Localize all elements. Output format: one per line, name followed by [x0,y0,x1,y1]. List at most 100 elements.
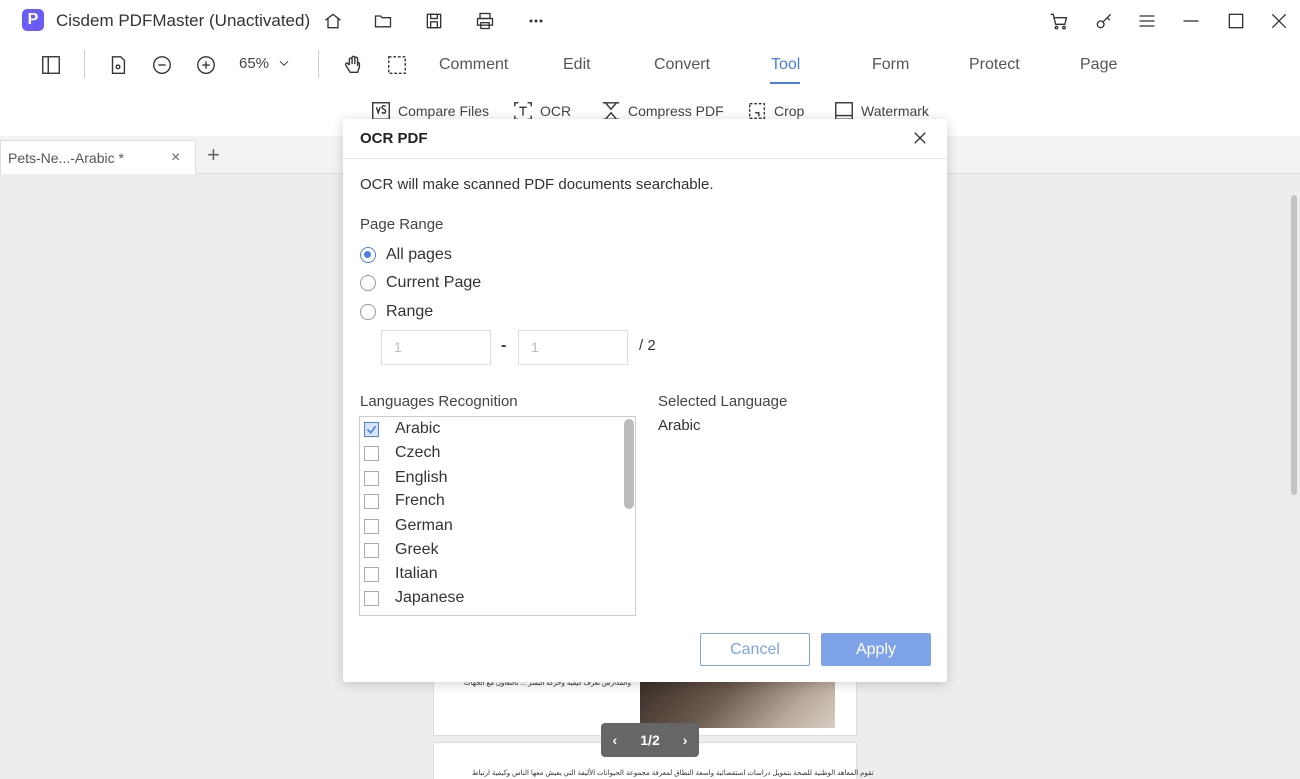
language-item-greek[interactable]: Greek [364,540,439,560]
vertical-scrollbar[interactable] [1291,195,1297,495]
language-item-czech[interactable]: Czech [364,443,440,463]
sidebar-toggle-icon[interactable] [38,52,64,78]
select-area-icon[interactable] [384,52,410,78]
language-label: English [395,469,448,486]
checkbox[interactable] [364,518,379,534]
tab-comment[interactable]: Comment [439,56,508,74]
crop-label: Crop [774,103,805,119]
radio-button[interactable] [360,247,376,263]
languages-label: Languages Recognition [360,393,518,410]
language-label: Czech [395,444,441,461]
language-item-english[interactable]: English [364,468,447,488]
languages-list[interactable]: Arabic Czech English French German Greek… [359,416,636,616]
tab-form[interactable]: Form [872,56,909,74]
document-tab-label: Pets-Ne...-Arabic * [8,150,124,166]
checkbox[interactable] [364,493,379,509]
checkbox[interactable] [364,421,379,437]
home-icon[interactable] [322,10,344,32]
range-total-pages: / 2 [639,337,656,354]
save-icon[interactable] [423,10,445,32]
toolbar-divider [84,50,85,78]
dialog-title: OCR PDF [360,130,428,147]
zoom-level[interactable]: 65% [239,55,269,72]
checkbox[interactable] [364,590,379,606]
tab-tool[interactable]: Tool [771,56,800,74]
hand-tool-icon[interactable] [340,52,366,78]
apply-button[interactable]: Apply [821,633,931,666]
checkbox[interactable] [364,542,379,558]
language-item-french[interactable]: French [364,491,445,511]
tab-convert[interactable]: Convert [654,56,710,74]
compress-pdf-label: Compress PDF [628,103,724,119]
selected-language-label: Selected Language [658,393,788,410]
language-label: Italian [395,565,438,582]
more-icon[interactable] [525,10,547,32]
tab-protect[interactable]: Protect [969,56,1020,74]
language-label: Greek [395,541,439,558]
watermark-label: Watermark [861,103,929,119]
language-label: Arabic [395,420,441,437]
app-logo: P [22,9,44,31]
radio-label: Current Page [386,274,482,291]
minimize-icon[interactable] [1180,10,1202,32]
language-item-german[interactable]: German [364,516,453,536]
print-icon[interactable] [474,10,496,32]
compare-files-label: Compare Files [398,103,490,119]
page-indicator: 1/2 [640,732,660,748]
range-dash: - [501,337,507,354]
page-photo [640,682,835,728]
ocr-dialog: OCR PDF OCR will make scanned PDF docume… [343,119,947,682]
language-item-italian[interactable]: Italian [364,564,438,584]
page-navigator: ‹ 1/2 › [601,723,699,757]
close-window-icon[interactable] [1268,10,1290,32]
next-page-icon[interactable]: › [683,732,688,748]
page-text-line: تقوم المعاهد الوطنية للصحة بتمويل دراسات… [472,770,874,777]
checkbox[interactable] [364,566,379,582]
cancel-button[interactable]: Cancel [700,633,810,666]
title-bar: P Cisdem PDFMaster (Unactivated) [0,0,1300,42]
document-tab[interactable]: Pets-Ne...-Arabic * × [0,140,196,174]
radio-current-page[interactable]: Current Page [360,274,481,292]
radio-range[interactable]: Range [360,303,433,321]
radio-all-pages[interactable]: All pages [360,246,452,264]
tab-page[interactable]: Page [1080,56,1117,74]
radio-label: All pages [386,246,452,263]
close-tab-icon[interactable]: × [171,149,180,167]
active-tab-indicator [770,82,800,84]
chevron-down-icon[interactable] [277,56,291,70]
check-icon [366,425,377,434]
cart-icon[interactable] [1048,10,1070,32]
fit-page-icon[interactable] [105,52,131,78]
range-from-input[interactable]: 1 [381,330,491,365]
zoom-out-icon[interactable] [149,52,175,78]
prev-page-icon[interactable]: ‹ [613,732,618,748]
checkbox[interactable] [364,470,379,486]
radio-button[interactable] [360,275,376,291]
zoom-in-icon[interactable] [193,52,219,78]
tab-edit[interactable]: Edit [563,56,591,74]
language-label: French [395,492,445,509]
range-to-input[interactable]: 1 [518,330,628,365]
language-item-japanese[interactable]: Japanese [364,588,464,608]
open-folder-icon[interactable] [372,10,394,32]
language-item-arabic[interactable]: Arabic [364,419,440,439]
language-label: Japanese [395,589,465,606]
add-tab-icon[interactable]: + [207,142,220,168]
language-label: German [395,517,453,534]
maximize-icon[interactable] [1225,10,1247,32]
checkbox[interactable] [364,445,379,461]
app-title: Cisdem PDFMaster (Unactivated) [56,11,311,30]
dialog-description: OCR will make scanned PDF documents sear… [360,176,714,193]
selected-language-value: Arabic [658,417,701,434]
radio-label: Range [386,303,434,320]
radio-button[interactable] [360,304,376,320]
main-toolbar: 65% Comment Edit Convert Tool Form Prote… [0,42,1300,90]
menu-icon[interactable] [1136,10,1158,32]
key-icon[interactable] [1093,10,1115,32]
dialog-header: OCR PDF [343,119,947,159]
languages-scrollbar[interactable] [624,419,634,509]
page-range-label: Page Range [360,216,444,233]
close-icon[interactable] [911,129,931,149]
toolbar-divider [318,50,319,78]
ocr-label: OCR [540,103,572,119]
